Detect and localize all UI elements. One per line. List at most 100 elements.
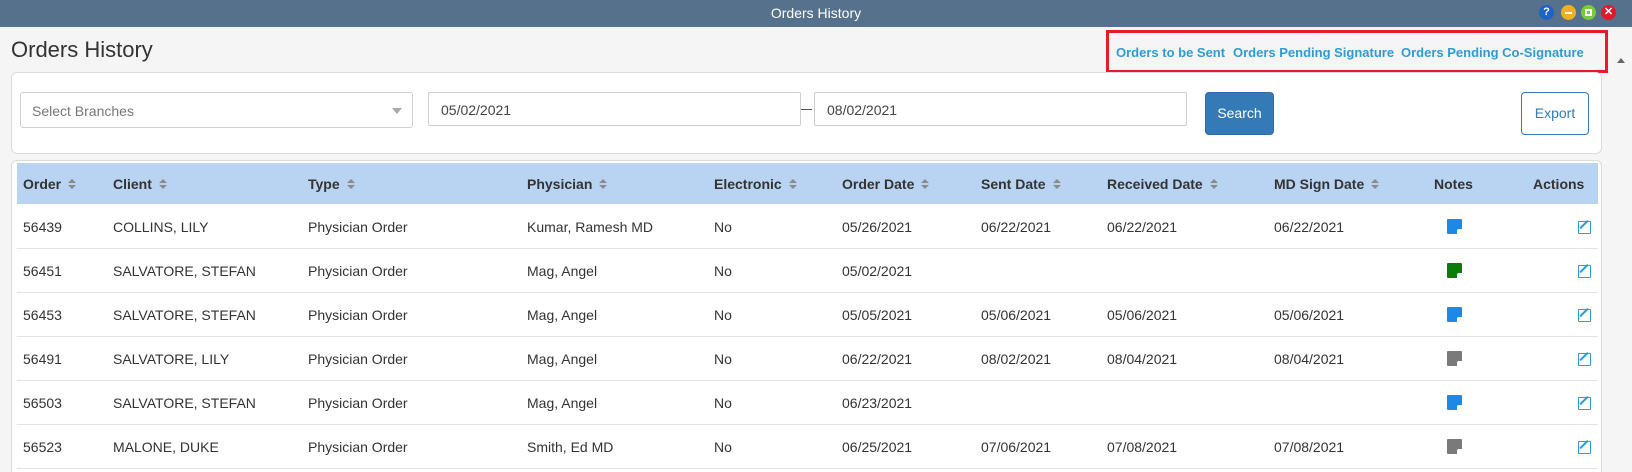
- physician-cell: Smith, Ed MD: [527, 439, 614, 455]
- edit-icon[interactable]: [1578, 397, 1591, 410]
- received-date-cell: 07/08/2021: [1107, 439, 1178, 455]
- physician-cell: Mag, Angel: [527, 307, 598, 323]
- electronic-cell: No: [714, 263, 732, 279]
- column-header-received-date[interactable]: Received Date: [1107, 176, 1218, 192]
- maximize-icon[interactable]: [1581, 5, 1596, 20]
- md-sign-date-cell: 08/04/2021: [1274, 351, 1345, 367]
- scroll-up-arrow-icon[interactable]: [1617, 58, 1625, 63]
- export-button[interactable]: Export: [1521, 92, 1589, 135]
- order-cell: 56503: [23, 395, 62, 411]
- electronic-cell: No: [714, 439, 732, 455]
- close-icon[interactable]: ✕: [1601, 5, 1616, 20]
- sort-icon: [921, 179, 930, 190]
- sort-icon: [1371, 179, 1380, 190]
- electronic-cell: No: [714, 307, 732, 323]
- column-header-type[interactable]: Type: [308, 176, 355, 192]
- orders-table: Order Client Type Physician Electronic O…: [11, 160, 1602, 472]
- sort-icon: [1052, 179, 1061, 190]
- chevron-down-icon: [392, 108, 402, 114]
- order-date-cell: 06/22/2021: [842, 351, 913, 367]
- orders-history-panel: Orders History Orders to be Sent Orders …: [0, 27, 1632, 472]
- column-header-electronic[interactable]: Electronic: [714, 176, 797, 192]
- window-title: Orders History: [770, 5, 862, 21]
- table-row[interactable]: 56453 SALVATORE, STEFAN Physician Order Mag…: [17, 293, 1598, 337]
- edit-icon[interactable]: [1578, 221, 1591, 234]
- minimize-icon[interactable]: [1561, 5, 1576, 20]
- sent-date-cell: 07/06/2021: [981, 439, 1052, 455]
- note-icon[interactable]: [1447, 263, 1462, 278]
- table-row[interactable]: 56439 COLLINS, LILY Physician Order Kumar, …: [17, 205, 1598, 249]
- note-icon[interactable]: [1447, 351, 1462, 366]
- sort-icon: [788, 179, 797, 190]
- column-header-physician[interactable]: Physician: [527, 176, 608, 192]
- order-date-cell: 05/05/2021: [842, 307, 913, 323]
- edit-icon[interactable]: [1578, 309, 1591, 322]
- branches-select[interactable]: Select Branches: [20, 92, 413, 128]
- order-cell: 56453: [23, 307, 62, 323]
- edit-icon[interactable]: [1578, 265, 1591, 278]
- column-header-order[interactable]: Order: [23, 176, 77, 192]
- note-icon[interactable]: [1447, 395, 1462, 410]
- type-cell: Physician Order: [308, 439, 408, 455]
- help-icon[interactable]: ?: [1539, 5, 1554, 20]
- order-date-cell: 06/25/2021: [842, 439, 913, 455]
- edit-icon[interactable]: [1578, 441, 1591, 454]
- received-date-cell: 06/22/2021: [1107, 219, 1178, 235]
- physician-cell: Mag, Angel: [527, 351, 598, 367]
- column-header-notes: Notes: [1434, 176, 1473, 192]
- orders-to-be-sent-link[interactable]: Orders to be Sent: [1116, 45, 1225, 60]
- received-date-cell: 05/06/2021: [1107, 307, 1178, 323]
- order-date-cell: 06/23/2021: [842, 395, 913, 411]
- page-title: Orders History: [11, 37, 153, 62]
- orders-pending-signature-link[interactable]: Orders Pending Signature: [1233, 45, 1394, 60]
- md-sign-date-cell: 07/08/2021: [1274, 439, 1345, 455]
- column-header-actions: Actions: [1533, 176, 1585, 192]
- sort-icon: [346, 179, 355, 190]
- order-date-cell: 05/26/2021: [842, 219, 913, 235]
- note-icon[interactable]: [1447, 219, 1462, 234]
- client-cell: MALONE, DUKE: [113, 439, 219, 455]
- table-row[interactable]: 56451 SALVATORE, STEFAN Physician Order Mag…: [17, 249, 1598, 293]
- branches-placeholder: Select Branches: [32, 103, 134, 119]
- orders-pending-co-signature-link[interactable]: Orders Pending Co-Signature: [1401, 45, 1584, 60]
- date-to-input[interactable]: 08/02/2021: [814, 92, 1187, 126]
- client-cell: COLLINS, LILY: [113, 219, 209, 235]
- md-sign-date-cell: 06/22/2021: [1274, 219, 1345, 235]
- sort-icon: [158, 179, 167, 190]
- column-header-order-date[interactable]: Order Date: [842, 176, 930, 192]
- physician-cell: Mag, Angel: [527, 395, 598, 411]
- client-cell: SALVATORE, STEFAN: [113, 263, 256, 279]
- received-date-cell: 08/04/2021: [1107, 351, 1178, 367]
- sent-date-cell: 06/22/2021: [981, 219, 1052, 235]
- note-icon[interactable]: [1447, 439, 1462, 454]
- column-header-md-sign-date[interactable]: MD Sign Date: [1274, 176, 1380, 192]
- date-from-input[interactable]: 05/02/2021: [428, 92, 801, 126]
- client-cell: SALVATORE, STEFAN: [113, 395, 256, 411]
- search-button[interactable]: Search: [1205, 92, 1274, 135]
- sent-date-cell: 05/06/2021: [981, 307, 1052, 323]
- order-cell: 56491: [23, 351, 62, 367]
- type-cell: Physician Order: [308, 351, 408, 367]
- electronic-cell: No: [714, 219, 732, 235]
- column-header-sent-date[interactable]: Sent Date: [981, 176, 1061, 192]
- physician-cell: Kumar, Ramesh MD: [527, 219, 654, 235]
- order-cell: 56439: [23, 219, 62, 235]
- type-cell: Physician Order: [308, 307, 408, 323]
- electronic-cell: No: [714, 395, 732, 411]
- edit-icon[interactable]: [1578, 353, 1591, 366]
- table-row[interactable]: 56503 SALVATORE, STEFAN Physician Order Mag…: [17, 381, 1598, 425]
- order-cell: 56523: [23, 439, 62, 455]
- table-header: Order Client Type Physician Electronic O…: [17, 163, 1598, 204]
- table-row[interactable]: 56523 MALONE, DUKE Physician Order Smith, E…: [17, 425, 1598, 469]
- sent-date-cell: 08/02/2021: [981, 351, 1052, 367]
- sort-icon: [68, 179, 77, 190]
- table-row[interactable]: 56491 SALVATORE, LILY Physician Order Mag, …: [17, 337, 1598, 381]
- physician-cell: Mag, Angel: [527, 263, 598, 279]
- client-cell: SALVATORE, STEFAN: [113, 307, 256, 323]
- note-icon[interactable]: [1447, 307, 1462, 322]
- date-to-value: 08/02/2021: [827, 102, 898, 118]
- electronic-cell: No: [714, 351, 732, 367]
- column-header-client[interactable]: Client: [113, 176, 167, 192]
- date-from-value: 05/02/2021: [441, 102, 512, 118]
- client-cell: SALVATORE, LILY: [113, 351, 230, 367]
